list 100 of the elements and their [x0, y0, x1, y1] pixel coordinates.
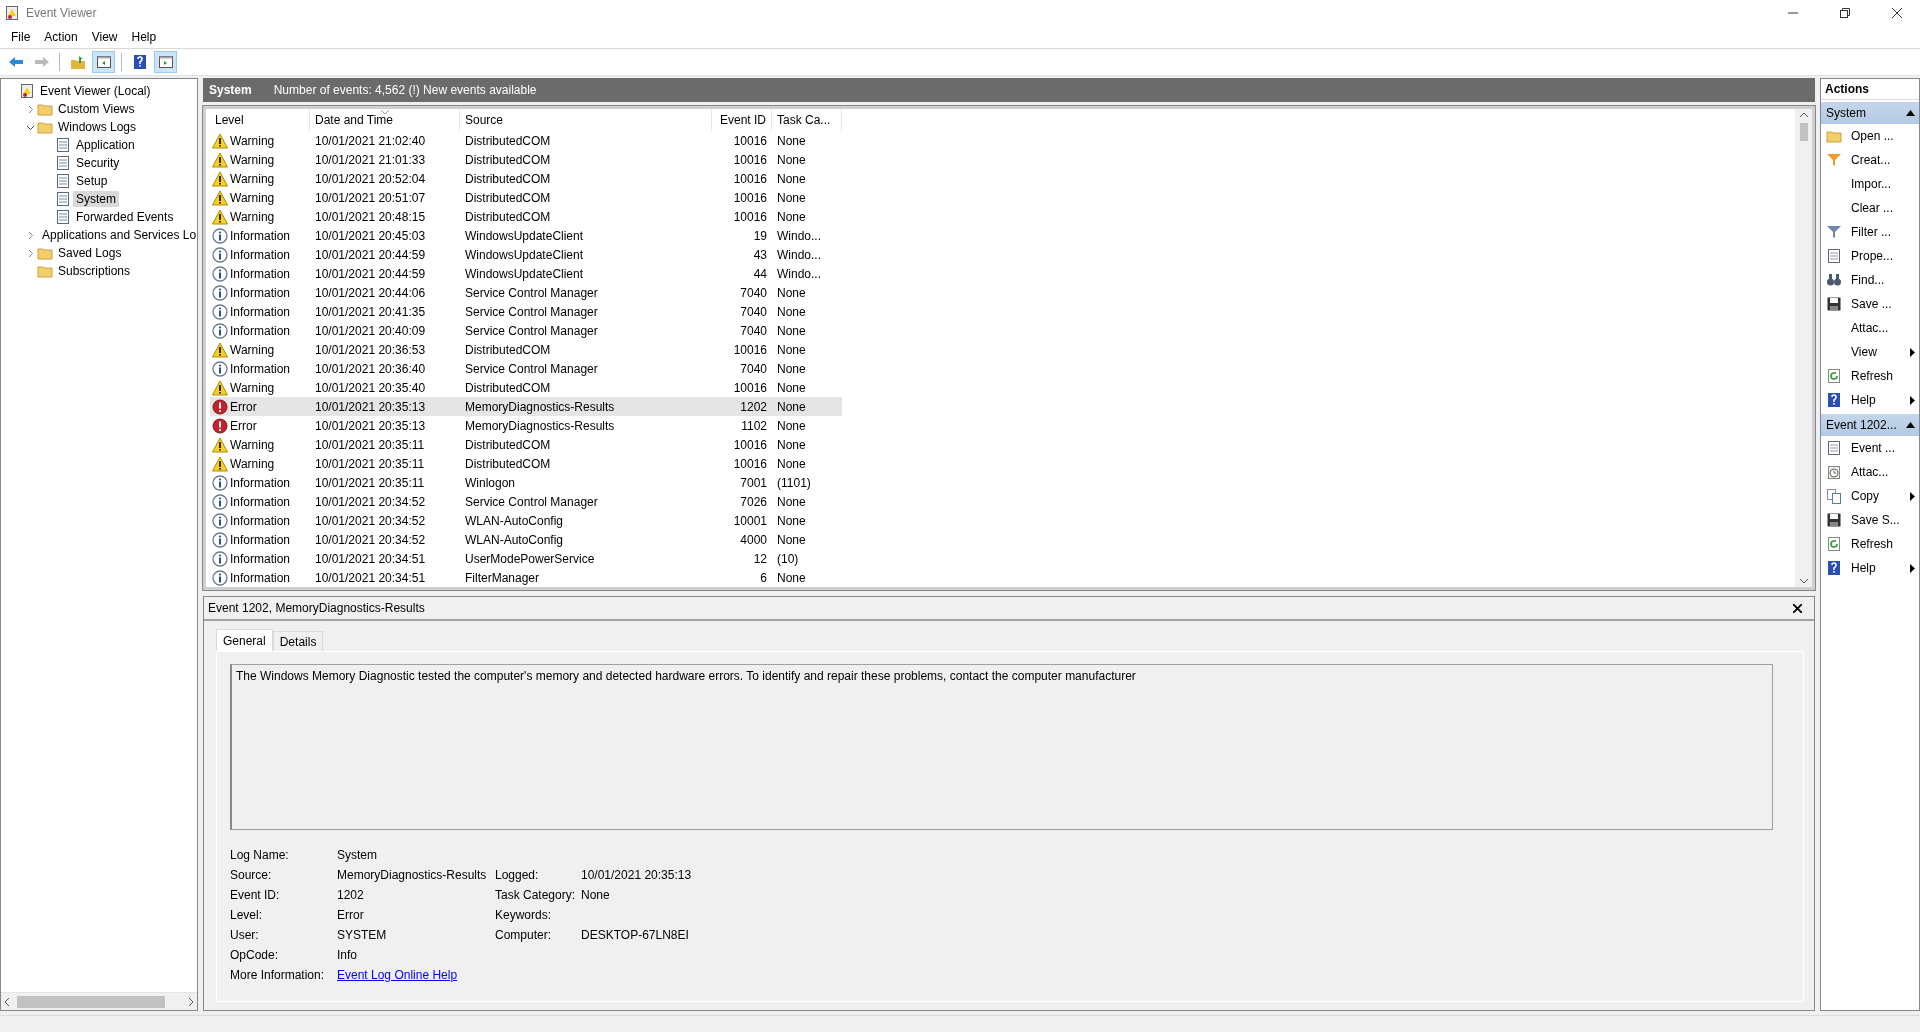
- column-header[interactable]: Event ID: [712, 109, 772, 131]
- table-cell-text: None: [776, 494, 807, 509]
- field-label: More Information:: [230, 968, 326, 982]
- column-header[interactable]: Date and Time: [310, 109, 460, 131]
- pane-command[interactable]: Filter ...: [1821, 220, 1919, 244]
- table-cell-text: 10016: [732, 380, 768, 395]
- table-cell-text: 10/01/2021 20:35:11: [314, 456, 426, 471]
- table-cell-text: Service Control Manager: [464, 323, 599, 338]
- tree-item[interactable]: System: [73, 191, 119, 207]
- toolbar-button[interactable]: [92, 51, 115, 73]
- pane-command[interactable]: Refresh: [1821, 532, 1919, 556]
- table-cell-text: 1202: [739, 399, 768, 414]
- table-cell-text: 43: [752, 247, 768, 262]
- event-row[interactable]: Information 10/01/2021 20:44:59 WindowsUpdateClient 44 Windo...: [210, 264, 842, 283]
- event-row[interactable]: Warning 10/01/2021 20:52:04 DistributedCOM 10016 None: [210, 169, 842, 188]
- pane-command[interactable]: Clear ...: [1821, 196, 1919, 220]
- table-cell-text: 10/01/2021 21:02:40: [314, 133, 427, 148]
- event-row[interactable]: Error 10/01/2021 20:35:13 MemoryDiagnostics-Results 1202 None: [210, 397, 842, 416]
- event-row[interactable]: Warning 10/01/2021 21:02:40 DistributedCOM 10016 None: [210, 131, 842, 150]
- tree-item[interactable]: Application: [73, 137, 138, 153]
- scrollbar-thumb[interactable]: [1799, 123, 1808, 141]
- pane-command[interactable]: Help: [1821, 388, 1919, 412]
- event-row[interactable]: Warning 10/01/2021 20:35:40 DistributedCOM 10016 None: [210, 378, 842, 397]
- refresh-icon: [1826, 368, 1842, 384]
- pane-command[interactable]: Refresh: [1821, 364, 1919, 388]
- table-cell-text: 10016: [732, 209, 768, 224]
- tree-item[interactable]: Setup: [73, 173, 111, 189]
- pane-command[interactable]: Prope...: [1821, 244, 1919, 268]
- tree-item[interactable]: Subscriptions: [55, 263, 134, 279]
- section-header[interactable]: System: [1821, 102, 1919, 124]
- event-row[interactable]: Information 10/01/2021 20:34:52 Service Control Manager 7026 None: [210, 492, 842, 511]
- tree-item[interactable]: Security: [73, 155, 123, 171]
- tree-item[interactable]: Saved Logs: [55, 245, 125, 261]
- tree-item[interactable]: Applications and Services Lo: [39, 227, 197, 243]
- table-cell: Warning: [230, 209, 275, 224]
- event-row[interactable]: Information 10/01/2021 20:44:59 WindowsUpdateClient 43 Windo...: [210, 245, 842, 264]
- pane-command[interactable]: Save S...: [1821, 508, 1919, 532]
- menu-item[interactable]: Action: [37, 28, 85, 46]
- pane-command[interactable]: Event ...: [1821, 436, 1919, 460]
- pane-command[interactable]: Attac...: [1821, 316, 1919, 340]
- event-row[interactable]: Information 10/01/2021 20:34:51 FilterManager 6 None: [210, 568, 842, 587]
- event-row[interactable]: Warning 10/01/2021 20:48:15 DistributedCOM 10016 None: [210, 207, 842, 226]
- table-cell-text: DistributedCOM: [464, 190, 552, 205]
- pane-command[interactable]: Find...: [1821, 268, 1919, 292]
- event-row[interactable]: Information 10/01/2021 20:35:11 Winlogon 7001 (1101): [210, 473, 842, 492]
- field-label: User:: [230, 928, 260, 942]
- submenu-arrow-icon: [1910, 491, 1915, 501]
- clock-icon: [1826, 464, 1842, 480]
- column-header[interactable]: Task Ca...: [772, 109, 842, 131]
- restore-icon: [1840, 8, 1850, 18]
- table-cell-text: DistributedCOM: [464, 437, 552, 452]
- menu-item[interactable]: View: [84, 28, 125, 46]
- event-row[interactable]: Information 10/01/2021 20:45:03 WindowsUpdateClient 19 Windo...: [210, 226, 842, 245]
- pane-command[interactable]: Creat...: [1821, 148, 1919, 172]
- table-cell-text: None: [776, 152, 807, 167]
- menu-item[interactable]: Help: [124, 28, 164, 46]
- table-cell-text: None: [776, 171, 807, 186]
- tree-item[interactable]: Event Viewer (Local): [37, 83, 154, 99]
- tab[interactable]: Details: [272, 631, 324, 651]
- column-header[interactable]: Level: [210, 109, 310, 131]
- event-row[interactable]: Information 10/01/2021 20:41:35 Service Control Manager 7040 None: [210, 302, 842, 321]
- help-link[interactable]: Event Log Online Help: [337, 968, 581, 982]
- section-header[interactable]: Event 1202...: [1821, 414, 1919, 436]
- event-row[interactable]: Warning 10/01/2021 20:36:53 DistributedCOM 10016 None: [210, 340, 842, 359]
- toolbar-button[interactable]: [154, 51, 177, 73]
- pane-command[interactable]: Help: [1821, 556, 1919, 580]
- table-cell-text: 10/01/2021 20:34:51: [314, 551, 427, 566]
- event-row[interactable]: Information 10/01/2021 20:34:52 WLAN-AutoConfig 10001 None: [210, 511, 842, 530]
- event-row[interactable]: Warning 10/01/2021 21:01:33 DistributedCOM 10016 None: [210, 150, 842, 169]
- table-cell-text: WLAN-AutoConfig: [464, 513, 565, 528]
- column-header[interactable]: Source: [460, 109, 712, 131]
- pane-command[interactable]: Attac...: [1821, 460, 1919, 484]
- event-row[interactable]: Information 10/01/2021 20:36:40 Service Control Manager 7040 None: [210, 359, 842, 378]
- event-row[interactable]: Warning 10/01/2021 20:51:07 DistributedCOM 10016 None: [210, 188, 842, 207]
- event-row[interactable]: Information 10/01/2021 20:34:51 UserModePowerService 12 (10): [210, 549, 842, 568]
- table-cell: Information: [230, 551, 291, 566]
- tab[interactable]: General: [216, 629, 273, 651]
- event-row[interactable]: Information 10/01/2021 20:40:09 Service Control Manager 7040 None: [210, 321, 842, 340]
- pane-command[interactable]: Impor...: [1821, 172, 1919, 196]
- event-row[interactable]: Warning 10/01/2021 20:35:11 DistributedCOM 10016 None: [210, 435, 842, 454]
- tree-item[interactable]: Windows Logs: [55, 119, 140, 135]
- table-cell: Warning: [230, 152, 275, 167]
- event-row[interactable]: Error 10/01/2021 20:35:13 MemoryDiagnostics-Results 1102 None: [210, 416, 842, 435]
- table-cell-text: 10/01/2021 20:51:07: [314, 190, 427, 205]
- pane-command[interactable]: View: [1821, 340, 1919, 364]
- close-icon: [1793, 603, 1802, 613]
- table-cell: Information: [230, 513, 291, 528]
- scrollbar-thumb[interactable]: [17, 995, 165, 1008]
- table-cell: Information: [230, 228, 291, 243]
- event-row[interactable]: Information 10/01/2021 20:44:06 Service Control Manager 7040 None: [210, 283, 842, 302]
- tree-item[interactable]: Custom Views: [55, 101, 138, 117]
- pane-command[interactable]: Save ...: [1821, 292, 1919, 316]
- pane-command[interactable]: Copy: [1821, 484, 1919, 508]
- tree-item[interactable]: Forwarded Events: [73, 209, 177, 225]
- event-row[interactable]: Information 10/01/2021 20:34:52 WLAN-AutoConfig 4000 None: [210, 530, 842, 549]
- table-cell-text: None: [776, 513, 807, 528]
- menu-item[interactable]: File: [4, 28, 38, 46]
- pane-command[interactable]: Open ...: [1821, 124, 1919, 148]
- table-cell: Information: [230, 266, 291, 281]
- event-row[interactable]: Warning 10/01/2021 20:35:11 DistributedCOM 10016 None: [210, 454, 842, 473]
